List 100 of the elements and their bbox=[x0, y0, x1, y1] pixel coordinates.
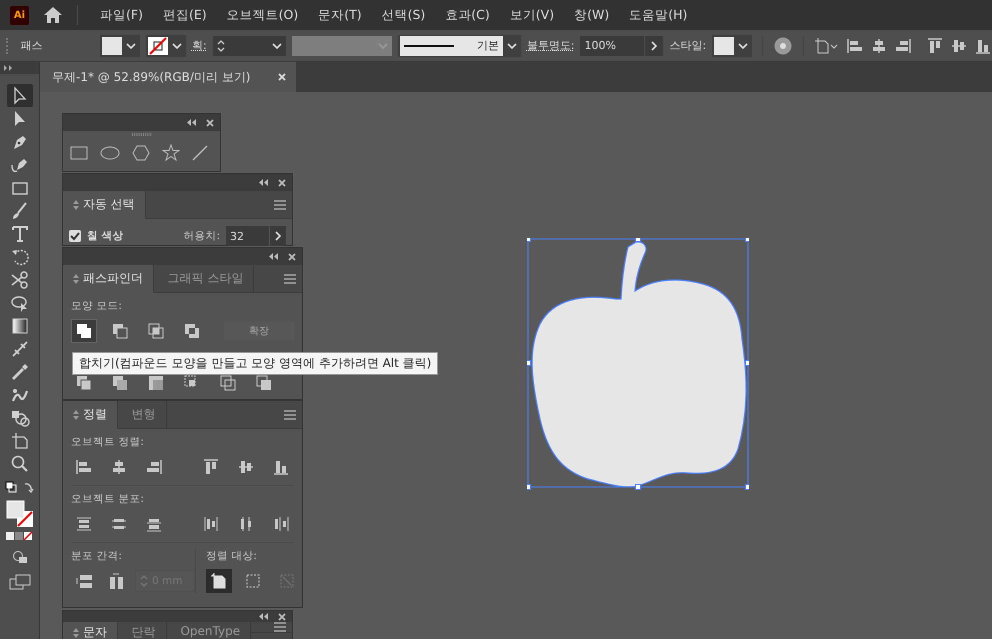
menu-item[interactable]: 오브젝트(O) bbox=[216, 6, 308, 24]
color-wheel-icon[interactable] bbox=[773, 36, 794, 56]
chevron-down-icon[interactable] bbox=[126, 42, 136, 48]
star-icon[interactable] bbox=[162, 144, 180, 161]
close-icon[interactable] bbox=[206, 118, 214, 126]
default-colors-icon[interactable] bbox=[4, 481, 34, 493]
collapse-icon[interactable] bbox=[259, 179, 268, 186]
hexagon-icon[interactable] bbox=[132, 144, 150, 160]
intersect-icon bbox=[147, 322, 165, 340]
menu-item[interactable]: 문자(T) bbox=[308, 6, 372, 24]
up-down-arrows-icon bbox=[73, 274, 79, 284]
align-bottom-icon bbox=[272, 458, 290, 476]
chevron-down-icon bbox=[378, 42, 388, 48]
collapse-icon[interactable] bbox=[269, 253, 278, 260]
style-dropdown[interactable] bbox=[712, 34, 752, 56]
merge-icon bbox=[147, 374, 165, 392]
align-right-icon bbox=[144, 458, 163, 476]
tooltip: 합치기(컴파운드 모양을 만들고 모양 영역에 추가하려면 Alt 클릭) bbox=[72, 352, 438, 375]
minus-back-icon bbox=[255, 374, 273, 392]
distribute-left-icon bbox=[202, 515, 220, 533]
shape-mode-button[interactable] bbox=[71, 319, 97, 343]
chevron-down-icon[interactable] bbox=[738, 42, 748, 48]
outline-icon bbox=[219, 374, 237, 392]
align-vertical-center-icon bbox=[237, 458, 256, 476]
panel-menu-icon[interactable] bbox=[284, 274, 296, 284]
stroke-weight-field[interactable] bbox=[212, 36, 286, 56]
tool-button[interactable] bbox=[6, 84, 32, 107]
menu-item[interactable]: 편집(E) bbox=[152, 6, 217, 24]
panel-menu-icon[interactable] bbox=[274, 200, 286, 210]
opacity-arrow-button[interactable] bbox=[645, 36, 664, 56]
panel-tab[interactable]: 정렬 bbox=[63, 401, 118, 429]
artboard-dropdown-icon[interactable] bbox=[814, 36, 840, 54]
unite-icon bbox=[75, 322, 93, 340]
menu-item[interactable]: 효과(C) bbox=[435, 6, 500, 24]
close-icon[interactable] bbox=[278, 178, 286, 186]
checkbox-label: 칠 색상 bbox=[87, 229, 124, 243]
align-top-icon[interactable] bbox=[926, 36, 944, 54]
type-t-icon bbox=[10, 224, 30, 244]
no-stroke-icon bbox=[148, 36, 168, 54]
shape-modes-label: 모양 모드: bbox=[71, 299, 123, 313]
align-left-icon[interactable] bbox=[846, 36, 864, 54]
collapse-icon[interactable] bbox=[187, 119, 196, 126]
menu-item[interactable]: 파일(F) bbox=[90, 6, 153, 24]
check-icon bbox=[70, 231, 80, 241]
checkbox[interactable] bbox=[69, 230, 81, 242]
expand-icon[interactable] bbox=[4, 65, 12, 71]
tolerance-label: 허용치: bbox=[183, 229, 220, 243]
stroke-dropdown[interactable] bbox=[146, 34, 186, 56]
fill-stroke-swatch-icon[interactable] bbox=[4, 499, 34, 529]
exclude-icon bbox=[183, 322, 201, 340]
dotted-square-icon bbox=[244, 572, 262, 590]
home-icon[interactable] bbox=[43, 6, 63, 24]
gradient-square-icon bbox=[10, 316, 30, 336]
close-icon[interactable] bbox=[278, 73, 286, 81]
menu-item[interactable]: 도움말(H) bbox=[619, 6, 698, 24]
selection-type-label: 패스 bbox=[20, 38, 43, 53]
align-right-icon[interactable] bbox=[894, 36, 912, 54]
horizontal-spacing-icon bbox=[107, 572, 125, 590]
distribute-spacing-label: 분포 간격: bbox=[71, 549, 123, 563]
collapse-icon[interactable] bbox=[259, 613, 268, 620]
vertical-spacing-icon bbox=[75, 572, 93, 590]
close-icon[interactable] bbox=[278, 612, 286, 620]
document-tab[interactable]: 무제-1* @ 52.89%(RGB/미리 보기) bbox=[40, 62, 296, 92]
stepper-icon bbox=[216, 38, 225, 52]
draw-mode-icon[interactable] bbox=[12, 550, 28, 564]
color-mode-icon[interactable] bbox=[6, 532, 34, 540]
fill-dropdown[interactable] bbox=[100, 34, 140, 56]
rectangle-icon[interactable] bbox=[70, 146, 88, 160]
menu-item[interactable]: 보기(V) bbox=[500, 6, 564, 24]
stepper-icon bbox=[140, 574, 148, 588]
close-icon[interactable] bbox=[288, 252, 296, 260]
distribute-right-icon bbox=[272, 515, 290, 533]
menu-item[interactable]: 선택(S) bbox=[372, 6, 436, 24]
grip-icon[interactable] bbox=[132, 133, 152, 136]
width-tool-icon bbox=[10, 338, 30, 358]
tolerance-field[interactable]: 32 bbox=[226, 226, 286, 246]
distribute-objects-label: 오브젝트 분포: bbox=[71, 492, 145, 506]
panel-tab[interactable]: 자동 선택 bbox=[63, 191, 146, 219]
chevron-right-icon[interactable] bbox=[651, 40, 658, 50]
minus-front-icon bbox=[111, 322, 129, 340]
panel-menu-icon[interactable] bbox=[284, 410, 296, 420]
app-logo: Ai bbox=[10, 6, 29, 24]
eyedropper-icon bbox=[10, 362, 30, 382]
chevron-down-icon[interactable] bbox=[172, 42, 182, 48]
panel-menu-icon[interactable] bbox=[274, 622, 286, 632]
ellipse-icon[interactable] bbox=[100, 146, 120, 160]
chevron-down-icon[interactable] bbox=[272, 42, 282, 48]
magnifier-icon bbox=[10, 454, 30, 474]
screen-mode-icon[interactable] bbox=[8, 574, 30, 590]
stroke-profile-dropdown[interactable]: 기본 bbox=[398, 34, 521, 56]
panel-tab[interactable]: 문자 bbox=[63, 622, 118, 639]
artboard-icon bbox=[10, 430, 30, 450]
chevron-down-icon[interactable] bbox=[506, 42, 517, 48]
opacity-field[interactable]: 100% bbox=[580, 36, 644, 56]
line-icon[interactable] bbox=[192, 144, 208, 160]
align-to-key-object-button[interactable] bbox=[206, 569, 232, 593]
menu-item[interactable]: 창(W) bbox=[564, 6, 620, 24]
panel-tab[interactable]: 패스파인더 bbox=[63, 265, 154, 293]
solid-line-icon bbox=[404, 44, 454, 48]
up-down-arrows-icon bbox=[73, 628, 79, 638]
